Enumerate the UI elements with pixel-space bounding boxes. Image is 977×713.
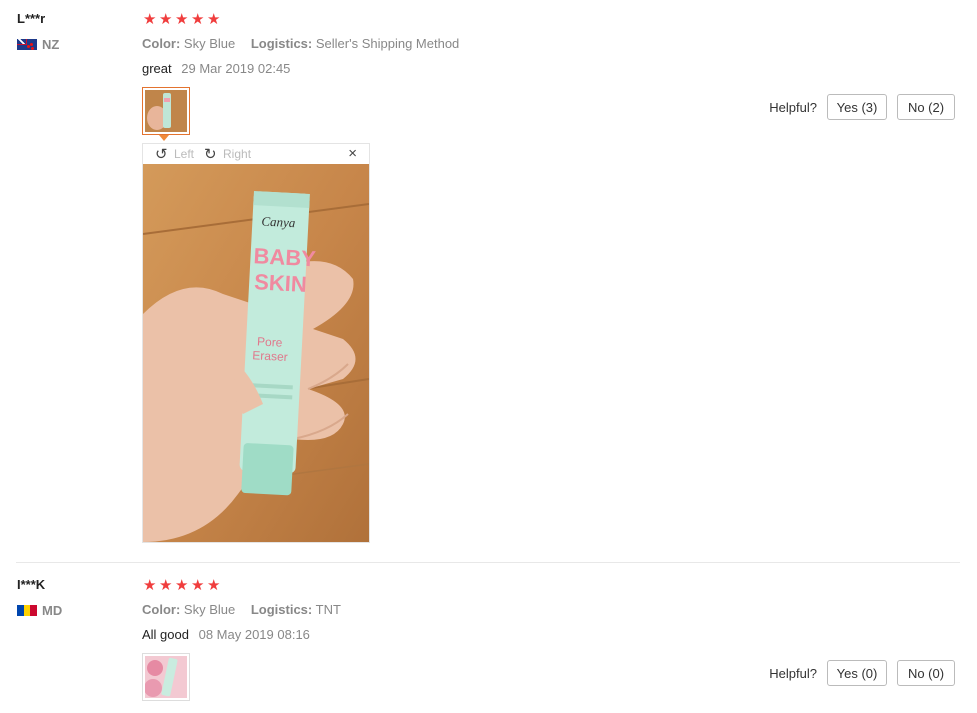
review-photo-thumbnail[interactable] <box>142 653 190 701</box>
helpful-no-button[interactable]: No (0) <box>897 660 955 686</box>
rotate-right-label: Right <box>223 147 252 161</box>
star-icon: ★ <box>207 577 221 594</box>
photo-viewer-toolbar: ↺ Left ↻ Right × <box>143 144 369 164</box>
star-icon: ★ <box>191 11 205 28</box>
review-text: great <box>142 61 172 76</box>
star-icon: ★ <box>143 577 157 594</box>
star-icon: ★ <box>175 11 189 28</box>
svg-text:BABY: BABY <box>253 243 317 271</box>
rotate-left-label: Left <box>174 147 195 161</box>
rotate-left-button[interactable]: ↺ Left <box>155 147 194 162</box>
svg-text:Eraser: Eraser <box>252 348 288 364</box>
product-thumbnail-image <box>145 90 187 132</box>
logistics-value: TNT <box>315 602 341 617</box>
star-icon: ★ <box>191 577 205 594</box>
color-value: Sky Blue <box>183 36 236 51</box>
review-photo: Canya BABY SKIN Pore Eraser <box>143 164 369 542</box>
review-attributes: Color: Sky Blue Logistics: Seller's Ship… <box>142 36 471 51</box>
reviewer-country: MD <box>17 603 62 618</box>
review-item: L***r NZ ★ ★ ★ ★ ★ Color: Sky Blue Logis… <box>0 0 977 562</box>
review-content: All good 08 May 2019 08:16 <box>142 627 310 642</box>
helpful-vote: Helpful? Yes (0) No (0) <box>769 660 955 686</box>
color-label: Color: <box>142 36 181 51</box>
country-code: MD <box>42 603 63 618</box>
reviewer-name: L***r <box>17 11 46 26</box>
star-icon: ★ <box>159 11 173 28</box>
helpful-label: Helpful? <box>769 99 817 115</box>
logistics-label: Logistics: <box>250 602 313 617</box>
thumbnail-pointer <box>159 135 169 141</box>
review-text: All good <box>142 627 189 642</box>
svg-text:Pore: Pore <box>257 334 283 349</box>
helpful-vote: Helpful? Yes (3) No (2) <box>769 94 955 120</box>
product-thumbnail-image <box>145 656 187 698</box>
helpful-yes-button[interactable]: Yes (0) <box>827 660 887 686</box>
star-icon: ★ <box>159 577 173 594</box>
close-icon[interactable]: × <box>348 146 357 162</box>
star-rating: ★ ★ ★ ★ ★ <box>143 577 221 594</box>
color-label: Color: <box>142 602 181 617</box>
helpful-no-button[interactable]: No (2) <box>897 94 955 120</box>
reviewer-country: NZ <box>17 37 59 52</box>
star-icon: ★ <box>143 11 157 28</box>
flag-icon <box>17 39 37 50</box>
review-date: 29 Mar 2019 02:45 <box>181 61 291 76</box>
reviewer-name: I***K <box>17 577 46 592</box>
color-value: Sky Blue <box>183 602 236 617</box>
review-content: great 29 Mar 2019 02:45 <box>142 61 290 76</box>
review-item: I***K MD ★ ★ ★ ★ ★ Color: Sky Blue Logis… <box>0 563 977 713</box>
star-icon: ★ <box>207 11 221 28</box>
svg-text:SKIN: SKIN <box>254 269 308 297</box>
rotate-right-icon: ↻ <box>204 145 217 163</box>
rotate-right-button[interactable]: ↻ Right <box>204 147 251 162</box>
review-photo-thumbnail[interactable] <box>142 87 190 135</box>
star-icon: ★ <box>175 577 189 594</box>
star-rating: ★ ★ ★ ★ ★ <box>143 11 221 28</box>
review-attributes: Color: Sky Blue Logistics: TNT <box>142 602 353 617</box>
helpful-yes-button[interactable]: Yes (3) <box>827 94 887 120</box>
logistics-value: Seller's Shipping Method <box>315 36 460 51</box>
logistics-label: Logistics: <box>250 36 313 51</box>
flag-icon <box>17 605 38 616</box>
product-photo-image: Canya BABY SKIN Pore Eraser <box>143 164 369 542</box>
photo-viewer: ↺ Left ↻ Right × Canya BABY SKIN Pore Er… <box>142 143 370 543</box>
country-code: NZ <box>42 37 60 52</box>
rotate-left-icon: ↺ <box>155 145 168 163</box>
svg-text:Canya: Canya <box>261 213 296 230</box>
review-date: 08 May 2019 08:16 <box>198 627 310 642</box>
helpful-label: Helpful? <box>769 665 817 681</box>
